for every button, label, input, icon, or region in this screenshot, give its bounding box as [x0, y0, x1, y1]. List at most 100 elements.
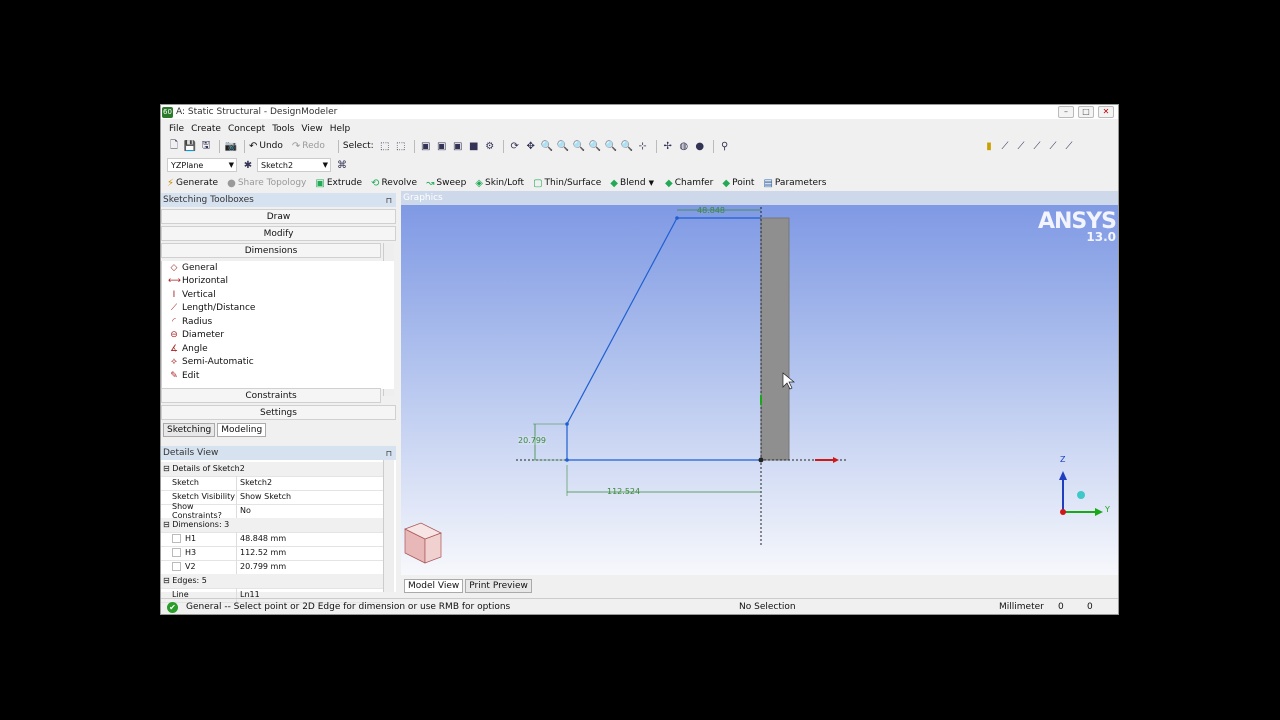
rotate-icon[interactable]: ⟳ — [508, 140, 522, 153]
face-filter-icon[interactable]: ▣ — [451, 140, 465, 153]
new-icon[interactable]: 🗋 — [167, 140, 181, 153]
magnifier-icon[interactable]: 🔍 — [620, 140, 634, 153]
menu-tools[interactable]: Tools — [272, 124, 294, 134]
dot-icon[interactable]: ● — [693, 140, 707, 153]
share-topology-button[interactable]: ● Share Topology — [227, 178, 306, 189]
tool-diameter[interactable]: ⊖ Diameter — [162, 329, 394, 343]
detail-row-h1[interactable]: H1 48.848 mm — [161, 532, 383, 547]
undo-button[interactable]: ↶ Undo — [249, 141, 283, 152]
menu-concept[interactable]: Concept — [228, 124, 265, 134]
sketch-tool-2-icon[interactable]: ⟋ — [1014, 140, 1028, 153]
constraints-section[interactable]: Constraints — [161, 388, 381, 403]
general-dimension-icon: ◇ — [170, 262, 178, 273]
tool-length-distance[interactable]: ⟋ Length/Distance — [162, 302, 394, 316]
sweep-button[interactable]: ↝ Sweep — [426, 178, 466, 189]
skin-loft-button[interactable]: ◈ Skin/Loft — [475, 178, 524, 189]
edges-group[interactable]: ⊟ Edges: 5 — [161, 574, 383, 589]
graphics-canvas[interactable]: ANSYS 13.0 48.848 20.799 112.524 Z Y — [401, 205, 1118, 575]
revolve-button[interactable]: ⟲ Revolve — [371, 178, 417, 189]
modify-section[interactable]: Modify — [161, 226, 396, 241]
zoom-out-icon[interactable]: 🔍 — [572, 140, 586, 153]
parameters-button[interactable]: ▤ Parameters — [763, 178, 826, 189]
tool-angle[interactable]: ∡ Angle — [162, 342, 394, 356]
tab-print-preview[interactable]: Print Preview — [465, 579, 532, 593]
window-title: A: Static Structural - DesignModeler — [176, 107, 338, 117]
zoom-in-icon[interactable]: 🔍 — [556, 140, 570, 153]
tool-radius[interactable]: ◜ Radius — [162, 315, 394, 329]
tool-semi-automatic[interactable]: ⟡ Semi-Automatic — [162, 356, 394, 370]
maximize-button[interactable]: □ — [1078, 106, 1094, 118]
dimensions-group[interactable]: ⊟ Dimensions: 3 — [161, 518, 383, 533]
body-filter-icon[interactable]: ■ — [467, 140, 481, 153]
sweep-icon: ↝ — [426, 177, 435, 189]
skin-loft-icon: ◈ — [475, 177, 483, 189]
point-button[interactable]: ◆ Point — [722, 178, 754, 189]
dim-top-label[interactable]: 48.848 — [697, 206, 725, 215]
h3-checkbox[interactable] — [172, 548, 181, 558]
menu-file[interactable]: File — [169, 124, 184, 134]
details-scrollbar[interactable] — [383, 460, 394, 592]
save-icon[interactable]: 💾 — [183, 140, 197, 153]
extruded-body[interactable] — [760, 217, 790, 461]
dimensions-section[interactable]: Dimensions — [161, 243, 381, 258]
detail-row-sketch[interactable]: Sketch Sketch2 — [161, 476, 383, 491]
tool-vertical[interactable]: I Vertical — [162, 288, 394, 302]
triad-icon[interactable]: ✢ — [661, 140, 675, 153]
tab-modeling[interactable]: Modeling — [217, 423, 267, 437]
sketch-tool-1-icon[interactable]: ⟋ — [998, 140, 1012, 153]
chamfer-button[interactable]: ◆ Chamfer — [665, 178, 713, 189]
detail-row-constraints[interactable]: Show Constraints? No — [161, 502, 383, 520]
h1-checkbox[interactable] — [172, 534, 181, 544]
pin-icon[interactable]: ⊓ — [386, 449, 392, 458]
minimize-button[interactable]: – — [1058, 106, 1074, 118]
sketch-slanted-line[interactable] — [566, 217, 678, 425]
tool-horizontal[interactable]: ⟷ Horizontal — [162, 275, 394, 289]
sketch-tool-3-icon[interactable]: ⟋ — [1030, 140, 1044, 153]
edge-filter-icon[interactable]: ▣ — [435, 140, 449, 153]
new-sketch-icon[interactable]: ⌘ — [335, 159, 349, 172]
select-mode-icon[interactable]: ⬚ — [378, 140, 392, 153]
blend-button[interactable]: ◆ Blend ▼ — [610, 178, 656, 189]
zoom-fit-icon[interactable]: 🔍 — [604, 140, 618, 153]
settings-section[interactable]: Settings — [161, 405, 396, 420]
look-at-icon[interactable]: ⊹ — [636, 140, 650, 153]
extrude-button[interactable]: ▣ Extrude — [315, 178, 362, 189]
graphics-options-icon[interactable]: ⚲ — [718, 140, 732, 153]
tool-edit[interactable]: ✎ Edit — [162, 369, 394, 383]
v2-checkbox[interactable] — [172, 562, 181, 572]
select-filter-icon[interactable]: ⬚ — [394, 140, 408, 153]
dim-vertical-label[interactable]: 20.799 — [518, 436, 546, 445]
details-header[interactable]: ⊟ Details of Sketch2 — [161, 462, 383, 477]
generate-button[interactable]: ⚡ Generate — [167, 178, 218, 189]
tool-general[interactable]: ◇ General — [162, 261, 394, 275]
zoom-icon[interactable]: 🔍 — [540, 140, 554, 153]
draw-section[interactable]: Draw — [161, 209, 396, 224]
sketch-color-icon[interactable]: ▮ — [982, 140, 996, 153]
thin-surface-button[interactable]: ▢ Thin/Surface — [533, 178, 601, 189]
screenshot-icon[interactable]: 📷 — [224, 140, 238, 153]
redo-button[interactable]: ↷ Redo — [292, 141, 325, 152]
menu-create[interactable]: Create — [191, 124, 221, 134]
save-as-icon[interactable]: 🖫 — [199, 140, 213, 153]
box-zoom-icon[interactable]: 🔍 — [588, 140, 602, 153]
new-plane-icon[interactable]: ✱ — [241, 159, 255, 172]
plane-select[interactable]: YZPlane ▼ — [167, 158, 237, 172]
dim-horizontal-label[interactable]: 112.524 — [607, 487, 640, 496]
menu-help[interactable]: Help — [330, 124, 351, 134]
point-filter-icon[interactable]: ▣ — [419, 140, 433, 153]
detail-row-h3[interactable]: H3 112.52 mm — [161, 546, 383, 561]
sketch-select[interactable]: Sketch2 ▼ — [257, 158, 331, 172]
units-status[interactable]: Millimeter — [999, 602, 1044, 612]
sketch-tool-4-icon[interactable]: ⟋ — [1046, 140, 1060, 153]
pan-icon[interactable]: ✥ — [524, 140, 538, 153]
extend-icon[interactable]: ⚙ — [483, 140, 497, 153]
pin-icon[interactable]: ⊓ — [386, 196, 392, 205]
tab-sketching[interactable]: Sketching — [163, 423, 216, 437]
close-button[interactable]: ✕ — [1098, 106, 1114, 118]
tab-model-view[interactable]: Model View — [404, 579, 464, 593]
menu-view[interactable]: View — [301, 124, 322, 134]
edit-icon: ✎ — [170, 370, 178, 381]
detail-row-v2[interactable]: V2 20.799 mm — [161, 560, 383, 575]
sketch-tool-5-icon[interactable]: ⟋ — [1062, 140, 1076, 153]
display-mode-icon[interactable]: ◍ — [677, 140, 691, 153]
